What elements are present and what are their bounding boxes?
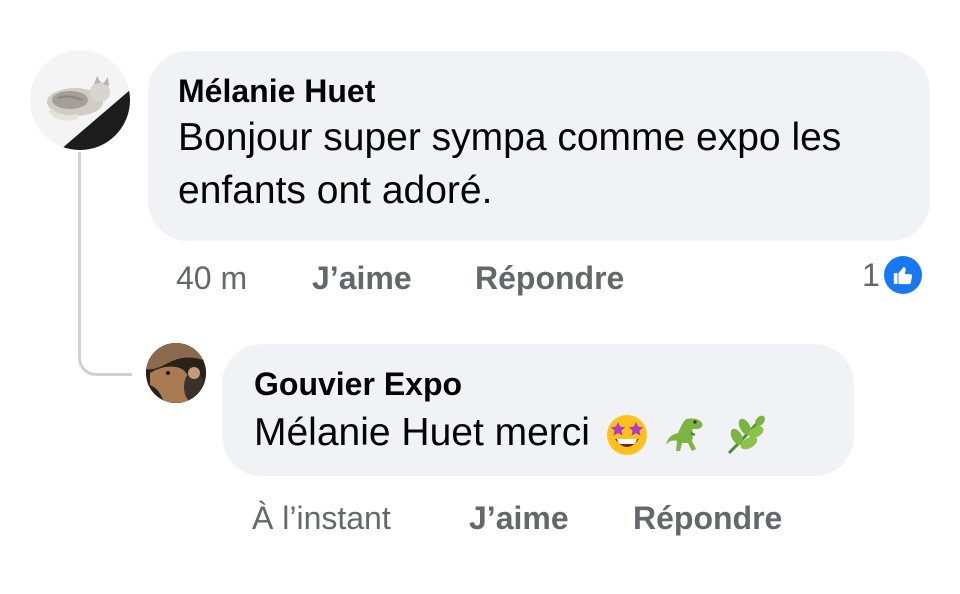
comment-like-button[interactable]: J’aime (312, 258, 412, 298)
cat-photo-icon (30, 50, 130, 150)
comment-reply-button[interactable]: Répondre (475, 258, 624, 298)
comment-author[interactable]: Mélanie Huet (178, 71, 900, 111)
reply-thread-line (78, 152, 132, 376)
avatar-gouvier-expo[interactable] (146, 343, 206, 403)
dinosaur-photo-icon (146, 343, 206, 403)
comment-actions: 40 m J’aime Répondre (176, 258, 676, 298)
reply-author[interactable]: Gouvier Expo (254, 364, 824, 404)
reaction-count: 1 (862, 257, 880, 293)
t-rex-emoji (664, 413, 708, 471)
reply-actions: À l’instant J’aime Répondre (252, 498, 852, 538)
comment-bubble: Mélanie Huet Bonjour super sympa comme e… (148, 51, 930, 241)
comment-text: Bonjour super sympa comme expo les enfan… (178, 116, 842, 212)
comment-timestamp[interactable]: 40 m (176, 258, 247, 298)
star-struck-emoji (605, 413, 649, 471)
herb-emoji (723, 413, 767, 471)
reply-text: Mélanie Huet merci (254, 411, 590, 454)
comment-reactions[interactable]: 1 (862, 254, 922, 296)
reply-text-line: Mélanie Huet merci (254, 406, 824, 471)
like-thumbs-up-icon (883, 256, 922, 294)
reply-bubble: Gouvier Expo Mélanie Huet merci (222, 344, 854, 476)
avatar-melanie-huet[interactable] (30, 50, 130, 150)
reply-timestamp[interactable]: À l’instant (252, 498, 391, 538)
reply-like-button[interactable]: J’aime (469, 498, 569, 538)
reply-reply-button[interactable]: Répondre (633, 498, 782, 538)
